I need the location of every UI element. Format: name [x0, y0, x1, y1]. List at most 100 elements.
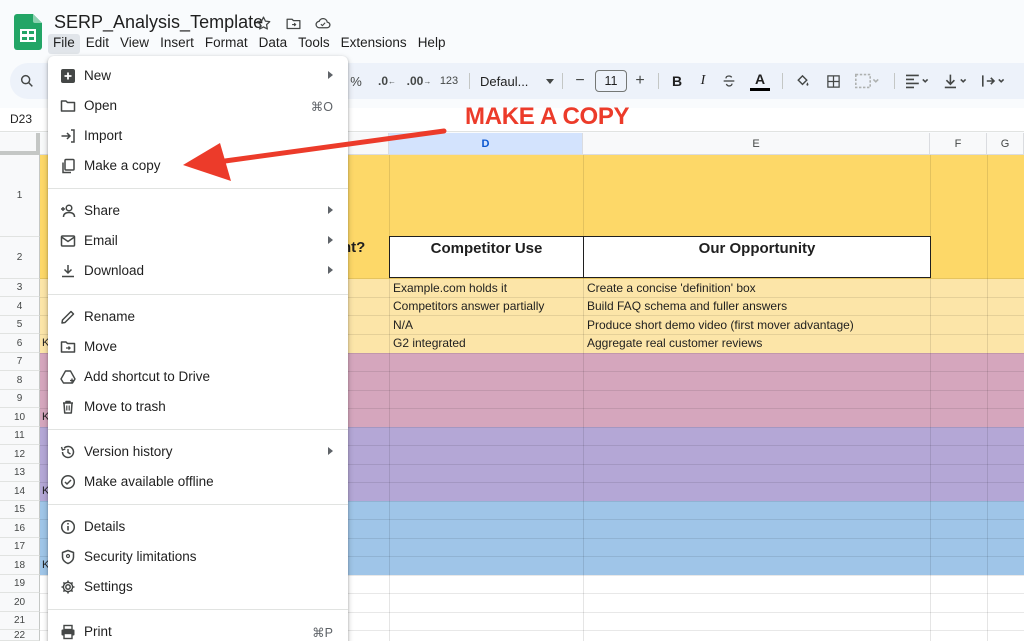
menu-help[interactable]: Help	[413, 34, 451, 54]
row-header[interactable]: 17	[0, 538, 40, 556]
row-header[interactable]: 11	[0, 427, 40, 445]
row-header[interactable]: 22	[0, 630, 40, 641]
menu-tools[interactable]: Tools	[293, 34, 335, 54]
cell-competitor-use[interactable]: G2 integrated	[390, 334, 582, 352]
cell-our-opportunity[interactable]: Build FAQ schema and fuller answers	[584, 297, 929, 315]
vertical-align-icon[interactable]	[940, 70, 972, 92]
menu-item-move[interactable]: Move	[48, 333, 348, 361]
menu-item-label: Import	[84, 128, 123, 143]
horizontal-align-icon[interactable]	[902, 70, 934, 92]
cloud-status-icon[interactable]	[312, 12, 334, 34]
menu-item-make-a-copy[interactable]: Make a copy	[48, 152, 348, 180]
row-header[interactable]: 13	[0, 464, 40, 482]
sheets-window: SERP_Analysis_Template File Edit View In…	[0, 0, 1024, 641]
menu-format[interactable]: Format	[200, 34, 253, 54]
row-header[interactable]: 21	[0, 612, 40, 630]
row-header[interactable]: 2	[0, 237, 40, 279]
row-header[interactable]: 1	[0, 155, 40, 237]
italic-icon[interactable]: I	[692, 70, 714, 92]
menu-item-move-to-trash[interactable]: Move to trash	[48, 393, 348, 421]
menu-item-download[interactable]: Download	[48, 257, 348, 285]
menu-item-make-available-offline[interactable]: Make available offline	[48, 468, 348, 496]
menu-item-open[interactable]: Open ⌘O	[48, 92, 348, 120]
row-header[interactable]: 6	[0, 334, 40, 353]
row-header[interactable]: 3	[0, 279, 40, 297]
fill-color-icon[interactable]	[790, 70, 814, 92]
move-folder-icon[interactable]	[282, 12, 304, 34]
cell-our-opportunity[interactable]: Aggregate real customer reviews	[584, 334, 929, 352]
increase-decimal-button[interactable]: .00 →	[406, 70, 432, 92]
cell-competitor-use[interactable]: Competitors answer partially	[390, 297, 582, 315]
menu-item-print[interactable]: Print ⌘P	[48, 618, 348, 641]
menu-item-version-history[interactable]: Version history	[48, 438, 348, 466]
menu-edit[interactable]: Edit	[81, 34, 114, 54]
row-header[interactable]: 14	[0, 482, 40, 501]
submenu-arrow-icon	[328, 71, 333, 79]
menu-item-settings[interactable]: Settings	[48, 573, 348, 601]
cell-competitor-use[interactable]: Example.com holds it	[390, 279, 582, 297]
row-header[interactable]: 5	[0, 316, 40, 334]
search-menus-icon[interactable]	[16, 70, 38, 92]
column-header-f[interactable]: F	[930, 133, 987, 155]
row-header[interactable]: 9	[0, 390, 40, 408]
cell-our-opportunity[interactable]: Create a concise 'definition' box	[584, 279, 929, 297]
menu-item-new[interactable]: New	[48, 62, 348, 90]
column-header-e[interactable]: E	[583, 133, 930, 155]
menu-item-label: Details	[84, 519, 126, 534]
menu-view[interactable]: View	[115, 34, 154, 54]
menu-insert[interactable]: Insert	[155, 34, 199, 54]
row-header[interactable]: 4	[0, 297, 40, 316]
row-header[interactable]: 16	[0, 519, 40, 538]
row-header[interactable]: 10	[0, 408, 40, 427]
menu-item-label: Security limitations	[84, 549, 197, 564]
strikethrough-icon[interactable]	[718, 70, 740, 92]
menu-item-label: Move to trash	[84, 399, 166, 414]
increase-font-size-icon[interactable]: +	[631, 70, 649, 92]
font-size-input[interactable]: 11	[595, 70, 627, 92]
text-wrapping-icon[interactable]	[978, 70, 1010, 92]
menu-item-email[interactable]: Email	[48, 227, 348, 255]
decrease-font-size-icon[interactable]: −	[571, 70, 589, 92]
menu-item-security-limitations[interactable]: Security limitations	[48, 543, 348, 571]
star-icon[interactable]	[252, 12, 274, 34]
decrease-decimal-button[interactable]: .0 ←	[376, 70, 398, 92]
row-header[interactable]: 12	[0, 445, 40, 464]
row-header[interactable]: 18	[0, 556, 40, 575]
menu-item-add-shortcut-to-drive[interactable]: Add shortcut to Drive	[48, 363, 348, 391]
column-header-d[interactable]: D	[389, 133, 583, 155]
sheets-logo-icon[interactable]	[14, 14, 42, 50]
menu-extensions[interactable]: Extensions	[336, 34, 412, 54]
menu-file[interactable]: File	[48, 34, 80, 54]
menu-item-details[interactable]: Details	[48, 513, 348, 541]
cell-competitor-use[interactable]: N/A	[390, 316, 582, 334]
format-percent-button[interactable]: %	[346, 70, 366, 92]
menu-item-label: Make a copy	[84, 158, 161, 173]
row-header[interactable]: 15	[0, 501, 40, 519]
row-header[interactable]: 7	[0, 353, 40, 371]
row-header[interactable]: 20	[0, 593, 40, 612]
menu-item-label: Rename	[84, 309, 136, 324]
name-box[interactable]: D23	[10, 112, 32, 126]
number-format-button[interactable]: 123	[436, 70, 462, 92]
borders-icon[interactable]	[822, 70, 844, 92]
menu-item-label: Download	[84, 263, 145, 278]
header-cell-competitor-use[interactable]: Competitor Use	[389, 236, 584, 278]
menu-item-rename[interactable]: Rename	[48, 303, 348, 331]
font-family-select[interactable]: Defaul...	[480, 70, 554, 92]
header-cell-our-opportunity[interactable]: Our Opportunity	[583, 236, 931, 278]
select-all-corner[interactable]	[0, 133, 40, 155]
menu-item-share[interactable]: Share	[48, 197, 348, 225]
text-color-icon[interactable]: A	[746, 70, 774, 92]
column-header-g[interactable]: G	[987, 133, 1024, 155]
menu-item-label: Email	[84, 233, 118, 248]
cell-our-opportunity[interactable]: Produce short demo video (first mover ad…	[584, 316, 929, 334]
menu-item-import[interactable]: Import	[48, 122, 348, 150]
import-icon	[60, 128, 76, 144]
increase-decimal-label: .00	[406, 74, 424, 88]
menu-data[interactable]: Data	[254, 34, 293, 54]
row-header[interactable]: 19	[0, 575, 40, 593]
merge-cells-icon[interactable]	[852, 70, 882, 92]
bold-icon[interactable]: B	[666, 70, 688, 92]
document-title[interactable]: SERP_Analysis_Template	[54, 12, 263, 33]
row-header[interactable]: 8	[0, 371, 40, 390]
